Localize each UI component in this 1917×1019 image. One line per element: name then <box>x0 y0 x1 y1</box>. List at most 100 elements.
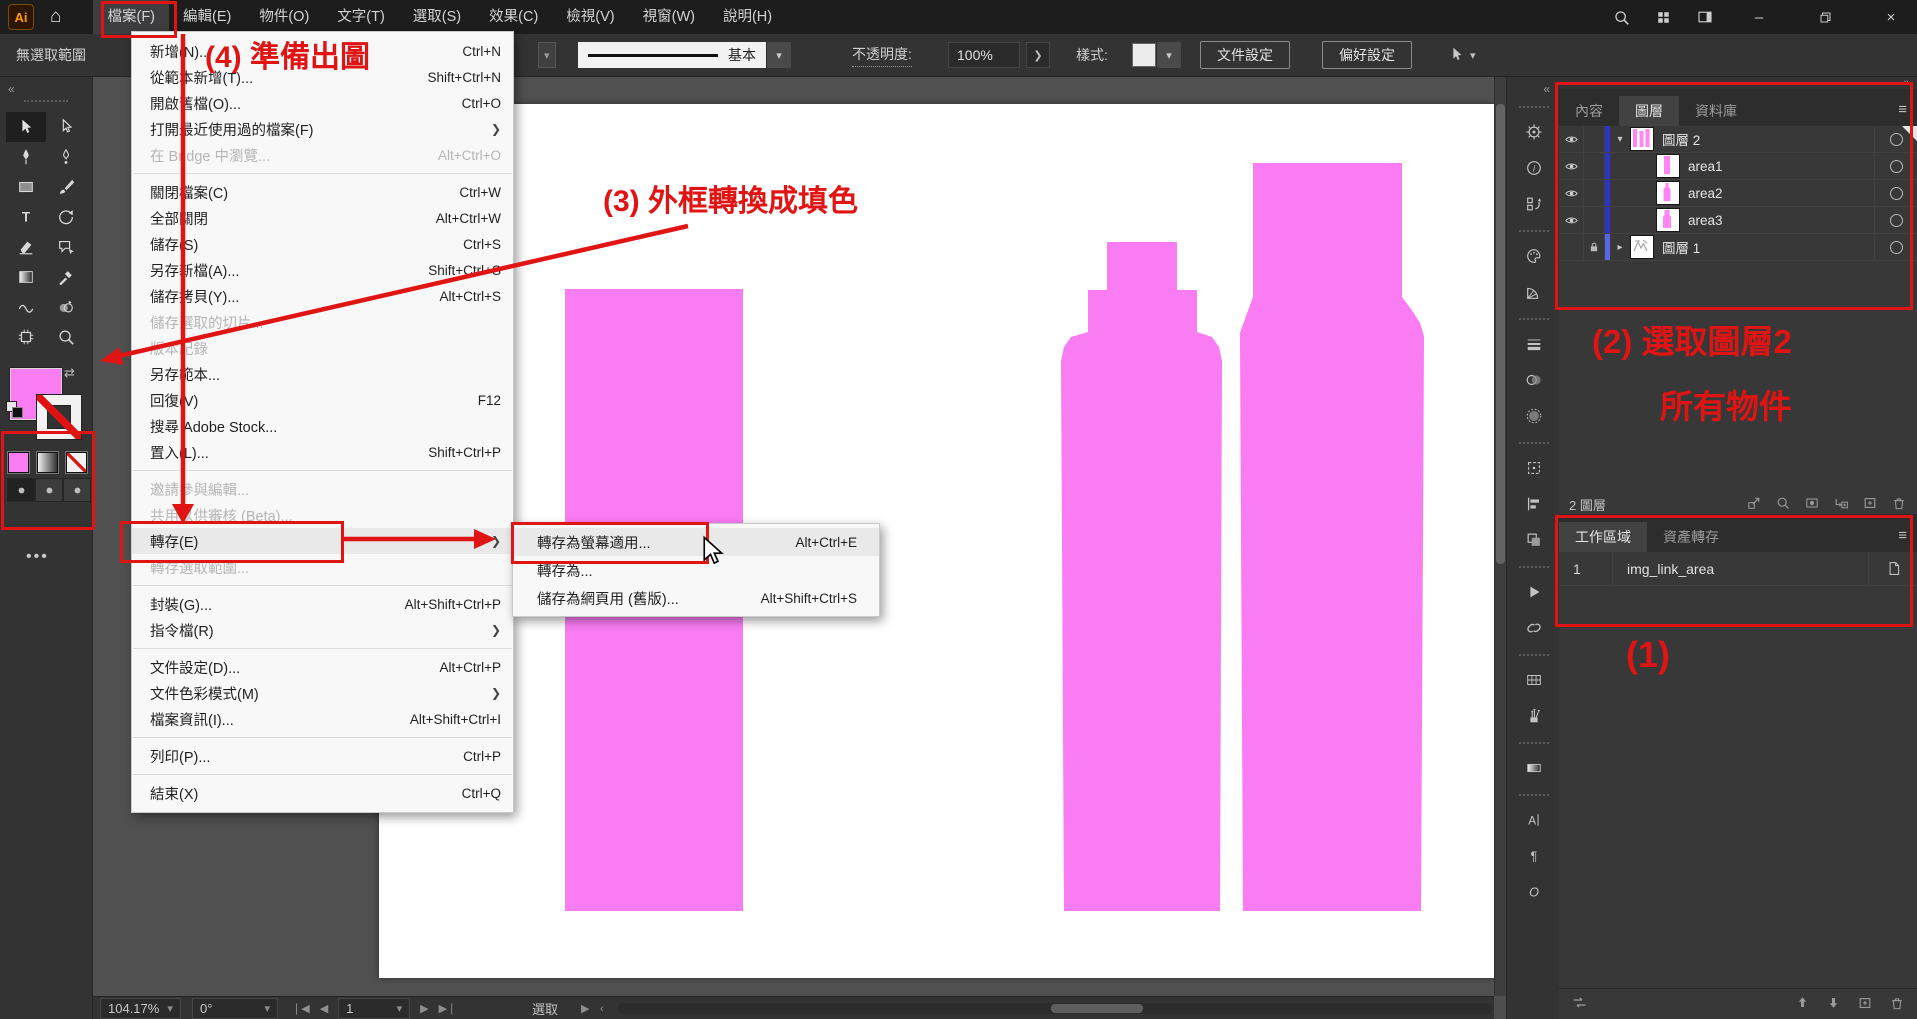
previous-artboard-icon[interactable]: ◀ <box>320 1002 328 1015</box>
curvature-tool[interactable] <box>46 142 86 172</box>
restore-button[interactable] <box>1803 0 1847 34</box>
eraser-tool[interactable] <box>6 232 46 262</box>
gradient-panel-icon[interactable] <box>1514 750 1554 786</box>
file-menu-item-5[interactable]: 關閉檔案(C)Ctrl+W <box>132 179 513 205</box>
file-menu-item-21[interactable]: 指令檔(R)❯ <box>132 617 513 643</box>
character-panel-icon[interactable]: A <box>1514 802 1554 838</box>
draw-normal-mode[interactable] <box>7 478 35 502</box>
selection-options-dropdown[interactable]: ▾ <box>1448 34 1476 76</box>
direct-selection-tool[interactable] <box>46 112 86 142</box>
file-menu-item-22[interactable]: 文件設定(D)...Alt+Ctrl+P <box>132 654 513 680</box>
menu-item-2[interactable]: 物件(O) <box>245 0 323 34</box>
default-fill-stroke-icon[interactable] <box>6 401 22 417</box>
file-menu-item-26[interactable]: 結束(X)Ctrl+Q <box>132 780 513 806</box>
paintbrush-tool[interactable] <box>46 172 86 202</box>
horizontal-scrollbar[interactable] <box>618 1003 1492 1014</box>
visibility-toggle[interactable] <box>1559 180 1584 206</box>
layer-target-cell[interactable] <box>1874 180 1917 206</box>
gradient-swatch[interactable] <box>37 452 58 473</box>
chevron-down-icon[interactable]: ▾ <box>766 42 791 68</box>
document-setup-button[interactable]: 文件設定 <box>1200 34 1290 76</box>
shaper-tool[interactable] <box>6 292 46 322</box>
rotation-dropdown[interactable]: 0°▾ <box>192 997 278 1019</box>
shape-builder-tool[interactable] <box>46 292 86 322</box>
panel-menu-icon[interactable]: ≡ <box>1898 527 1917 552</box>
opacity-label[interactable]: 不透明度: <box>852 34 912 76</box>
menu-item-4[interactable]: 選取(S) <box>399 0 475 34</box>
menu-item-6[interactable]: 檢視(V) <box>552 0 628 34</box>
zoom-tool[interactable] <box>46 322 86 352</box>
new-artboard-icon[interactable] <box>1857 995 1873 1014</box>
opentype-panel-icon[interactable]: O <box>1514 874 1554 910</box>
close-button[interactable]: × <box>1869 0 1913 34</box>
visibility-toggle[interactable] <box>1559 207 1584 233</box>
export-submenu-item-1[interactable]: 轉存為... <box>513 556 879 584</box>
dock-group-grip[interactable] <box>1519 566 1549 568</box>
zoom-level-dropdown[interactable]: 104.17%▾ <box>100 997 181 1019</box>
home-icon[interactable]: ⌂ <box>50 6 61 28</box>
target-icon[interactable] <box>1890 133 1903 146</box>
new-sublayer-icon[interactable] <box>1833 495 1849 514</box>
file-menu-item-9[interactable]: 儲存拷貝(Y)...Alt+Ctrl+S <box>132 283 513 309</box>
links-panel-icon[interactable] <box>1514 610 1554 646</box>
locate-object-icon[interactable] <box>1775 495 1791 514</box>
workspace-panel-icon[interactable] <box>1695 7 1715 27</box>
vertical-scrollbar-thumb[interactable] <box>1496 104 1505 564</box>
toolbar-grip[interactable] <box>24 100 68 102</box>
layer-thumbnail[interactable] <box>1630 235 1654 259</box>
file-menu-item-2[interactable]: 開啟舊檔(O)...Ctrl+O <box>132 90 513 116</box>
panel-menu-icon[interactable]: ≡ <box>1898 101 1917 126</box>
layer-name[interactable]: 圖層 2 <box>1662 129 1700 149</box>
layer-name[interactable]: area3 <box>1688 213 1723 228</box>
artboard-number-dropdown[interactable]: 1▾ <box>338 998 410 1019</box>
export-submenu-item-0[interactable]: 轉存為螢幕適用...Alt+Ctrl+E <box>513 528 879 556</box>
visibility-toggle[interactable] <box>1559 153 1584 179</box>
move-up-icon[interactable] <box>1795 995 1810 1013</box>
menu-item-5[interactable]: 效果(C) <box>475 0 552 34</box>
visibility-toggle[interactable] <box>1559 234 1584 260</box>
file-menu-item-0[interactable]: 新增(N)...Ctrl+N <box>132 38 513 64</box>
rotate-tool[interactable] <box>46 202 86 232</box>
first-artboard-icon[interactable]: ❘◀ <box>292 1002 310 1015</box>
swap-fill-stroke-icon[interactable]: ⇄ <box>64 365 75 381</box>
expand-panels-icon[interactable]: « <box>1543 82 1550 96</box>
delete-artboard-icon[interactable] <box>1889 995 1905 1014</box>
lock-toggle[interactable] <box>1584 207 1605 233</box>
dock-group-grip[interactable] <box>1519 106 1549 108</box>
artboard-row-img_link_area[interactable]: 1img_link_area <box>1559 552 1917 586</box>
file-menu-item-7[interactable]: 儲存(S)Ctrl+S <box>132 231 513 257</box>
layer-target-cell[interactable] <box>1874 207 1917 233</box>
rearrange-artboards-icon[interactable] <box>1571 994 1588 1014</box>
align-panel-icon[interactable] <box>1514 486 1554 522</box>
stroke-panel-icon[interactable] <box>1514 326 1554 362</box>
delete-layer-icon[interactable] <box>1891 495 1907 514</box>
target-icon[interactable] <box>1890 160 1903 173</box>
collect-for-export-icon[interactable] <box>1746 495 1762 514</box>
layer-row-area3[interactable]: area3 <box>1559 207 1917 234</box>
eyedropper-tool[interactable] <box>46 262 86 292</box>
next-artboard-icon[interactable]: ▶ <box>420 1002 428 1015</box>
file-menu-item-8[interactable]: 另存新檔(A)...Shift+Ctrl+S <box>132 257 513 283</box>
edit-toolbar-icon[interactable]: ••• <box>26 548 49 566</box>
tab-圖層[interactable]: 圖層 <box>1619 96 1679 126</box>
history-panel-icon[interactable] <box>1514 186 1554 222</box>
app-logo-icon[interactable]: Ai <box>8 4 34 30</box>
layer-thumbnail[interactable] <box>1656 181 1680 205</box>
layer-thumbnail[interactable] <box>1656 154 1680 178</box>
target-icon[interactable] <box>1890 187 1903 200</box>
last-artboard-icon[interactable]: ▶❘ <box>439 1002 457 1015</box>
artboard-tool[interactable] <box>6 322 46 352</box>
file-menu-item-23[interactable]: 文件色彩模式(M)❯ <box>132 680 513 706</box>
layer-row-圖層 2[interactable]: ▾圖層 2 <box>1559 126 1917 153</box>
target-icon[interactable] <box>1890 214 1903 227</box>
none-swatch[interactable] <box>66 452 87 473</box>
preferences-button[interactable]: 偏好設定 <box>1322 34 1412 76</box>
visibility-toggle[interactable] <box>1559 126 1584 152</box>
file-menu-item-24[interactable]: 檔案資訊(I)...Alt+Shift+Ctrl+I <box>132 706 513 732</box>
lock-toggle[interactable] <box>1584 180 1605 206</box>
menu-item-7[interactable]: 視窗(W) <box>629 0 709 34</box>
layer-target-cell[interactable] <box>1874 234 1917 260</box>
dock-group-grip[interactable] <box>1519 318 1549 320</box>
lock-toggle[interactable] <box>1584 234 1605 260</box>
file-menu-item-12[interactable]: 另存範本... <box>132 361 513 387</box>
